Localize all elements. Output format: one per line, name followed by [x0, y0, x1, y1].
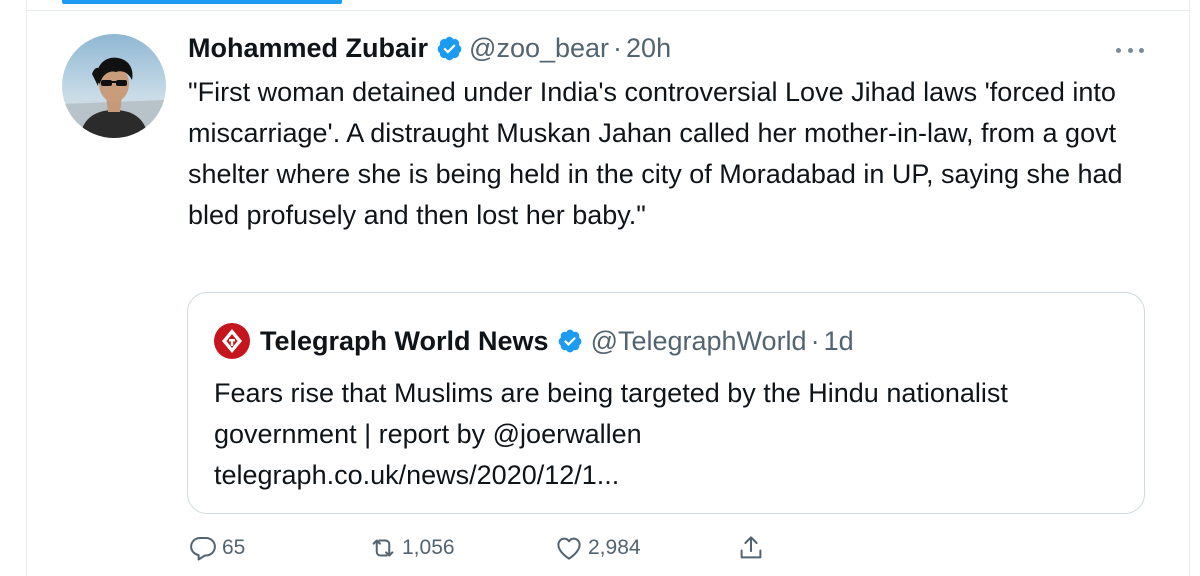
retweet-button[interactable]: 1,056 — [368, 530, 455, 566]
retweet-count: 1,056 — [402, 536, 455, 559]
quoted-tweet-text: Fears rise that Muslims are being target… — [214, 373, 1124, 496]
author-handle[interactable]: @zoo_bear — [469, 33, 609, 64]
reply-icon — [190, 537, 216, 561]
tweet-timestamp[interactable]: 20h — [626, 33, 671, 64]
tweet-actions-bar: 65 1,056 2,984 — [188, 530, 1148, 566]
like-button[interactable]: 2,984 — [554, 530, 641, 566]
verified-badge-icon — [436, 35, 463, 62]
reply-button[interactable]: 65 — [188, 530, 245, 566]
profile-photo — [62, 34, 166, 138]
verified-badge-icon — [557, 328, 583, 354]
quoted-text-line: Fears rise that Muslims are being target… — [214, 378, 1008, 408]
separator-dot: · — [613, 32, 623, 63]
like-count: 2,984 — [588, 536, 641, 559]
quoted-author-handle[interactable]: @TelegraphWorld — [591, 326, 807, 357]
more-options-icon[interactable] — [1114, 40, 1146, 60]
separator-dot: · — [810, 325, 820, 356]
quoted-tweet-card[interactable]: Telegraph World News @TelegraphWorld · 1… — [187, 292, 1145, 514]
active-tab-indicator — [62, 0, 342, 4]
quoted-text-line: government | report by @joerwallen — [214, 419, 642, 449]
quoted-tweet-header: Telegraph World News @TelegraphWorld · 1… — [214, 323, 854, 359]
retweet-icon — [372, 539, 394, 557]
avatar[interactable] — [62, 34, 166, 138]
quoted-author-name[interactable]: Telegraph World News — [260, 326, 549, 357]
share-button[interactable] — [736, 530, 770, 566]
author-name[interactable]: Mohammed Zubair — [188, 33, 428, 64]
heart-icon — [557, 537, 581, 560]
reply-count: 65 — [222, 536, 246, 559]
divider — [26, 10, 1190, 11]
telegraph-logo-icon — [214, 323, 250, 359]
tweet-header: Mohammed Zubair @zoo_bear · 20h — [188, 30, 671, 66]
share-icon — [740, 536, 762, 559]
tweet-text: "First woman detained under India's cont… — [188, 77, 1123, 230]
quoted-link[interactable]: telegraph.co.uk/news/2020/12/1... — [214, 455, 1124, 496]
quoted-tweet-timestamp[interactable]: 1d — [824, 326, 854, 357]
